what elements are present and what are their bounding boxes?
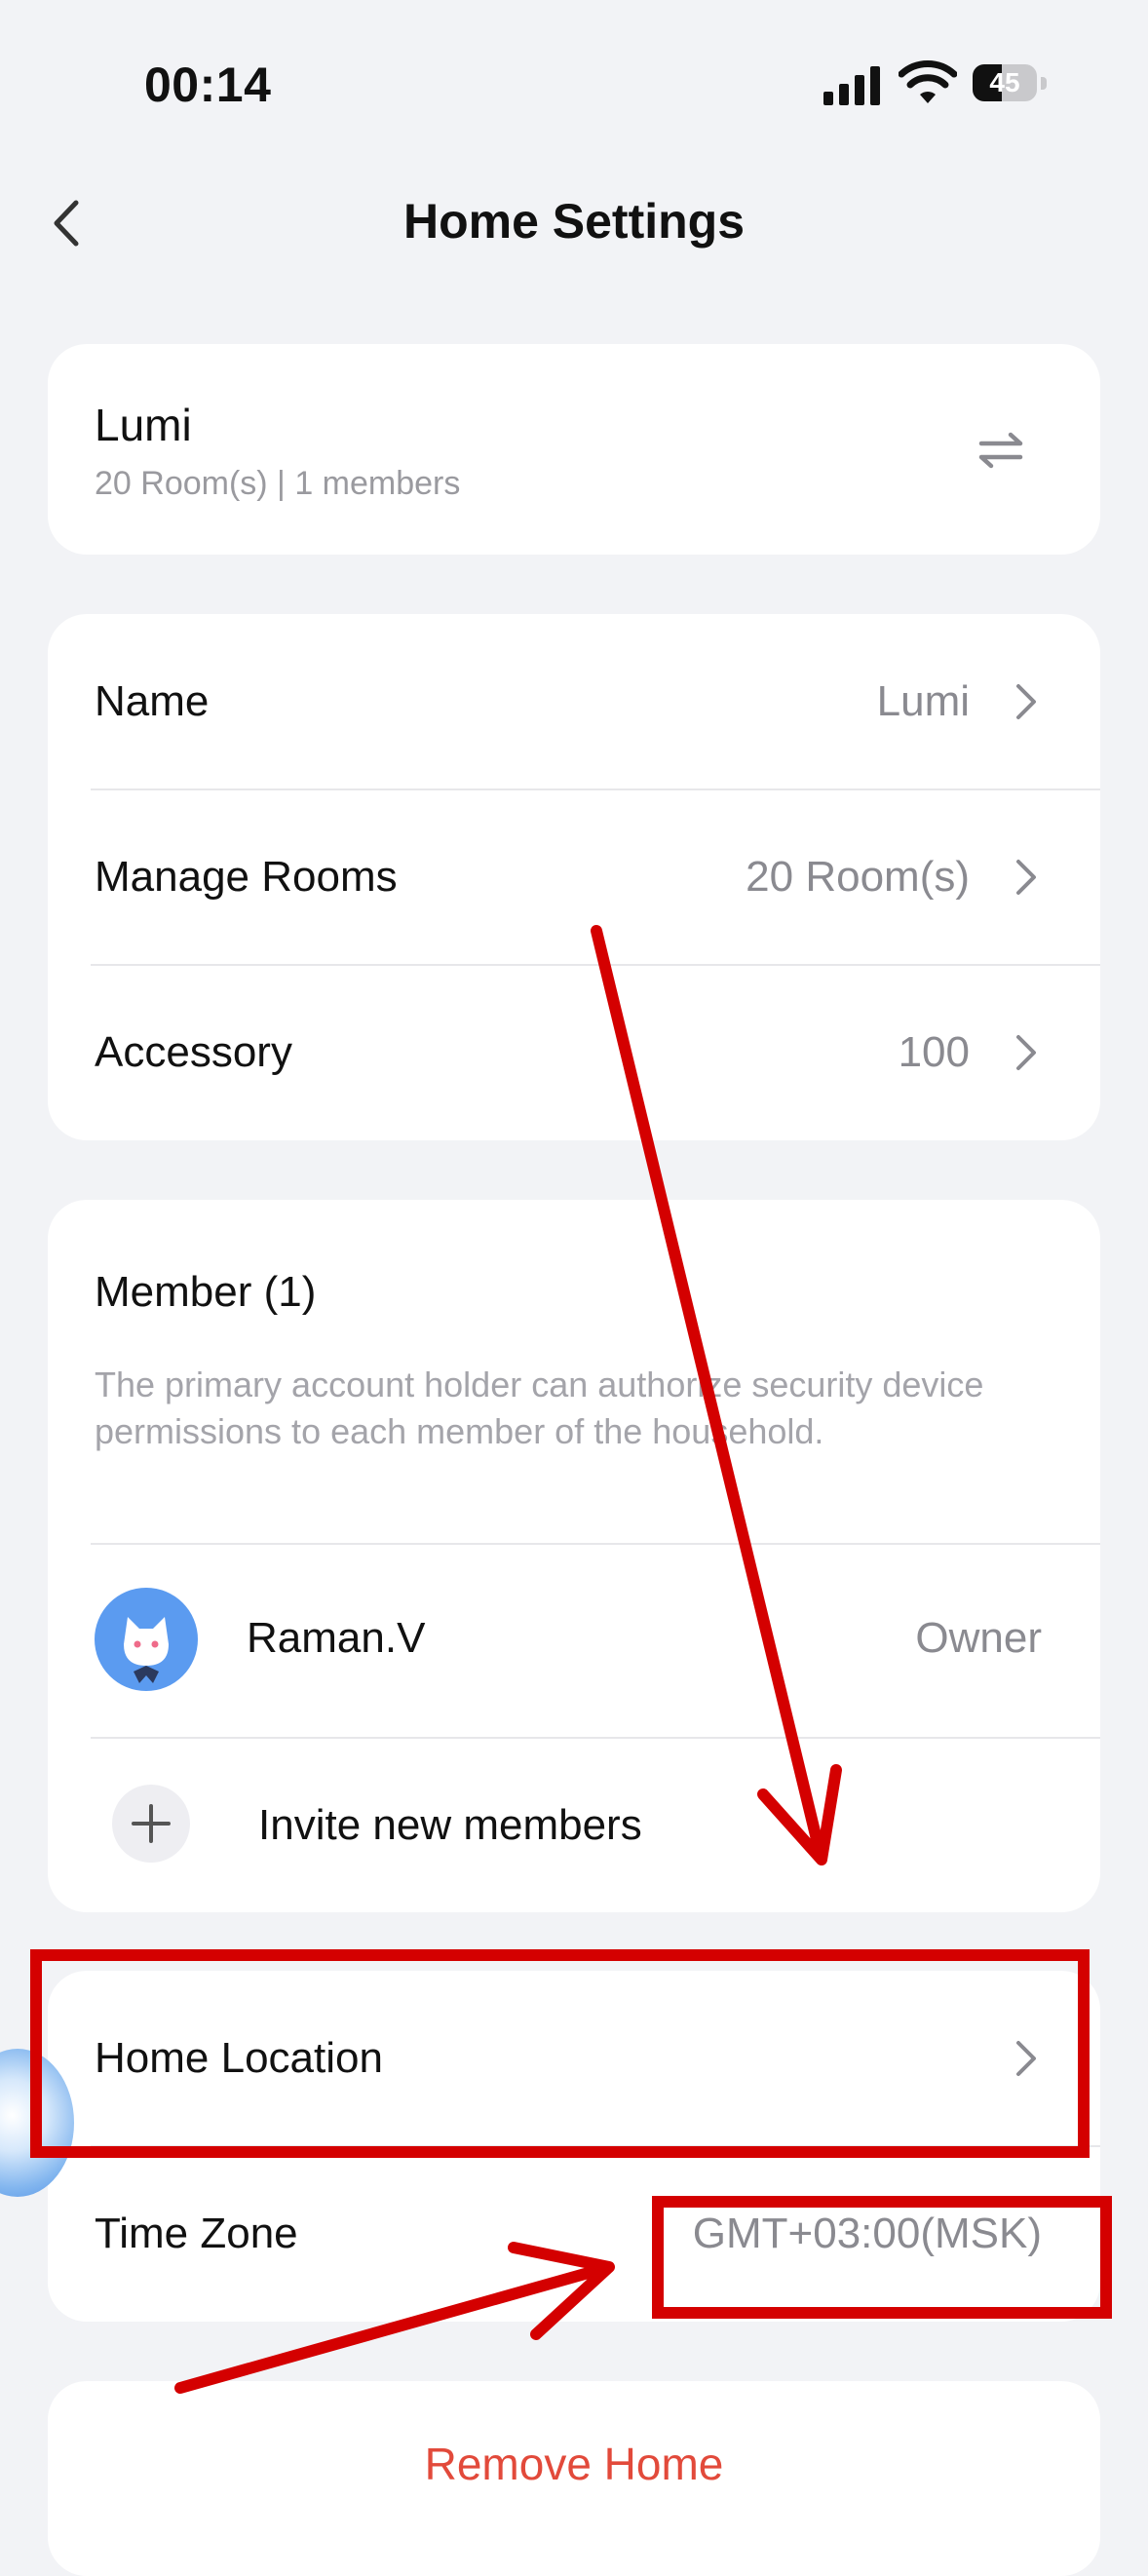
home-summary-card[interactable]: Lumi 20 Room(s) | 1 members [48, 344, 1100, 555]
status-bar: 00:14 45 [0, 0, 1148, 166]
chevron-right-icon [1016, 860, 1036, 895]
members-card: Member (1) The primary account holder ca… [48, 1200, 1100, 1912]
nav-header: Home Settings [0, 166, 1148, 283]
wifi-icon [899, 60, 957, 103]
home-name: Lumi [95, 400, 192, 450]
settings-row-accessory[interactable]: Accessory 100 [48, 965, 1100, 1140]
cellular-signal-icon [823, 66, 880, 105]
invite-label: Invite new members [258, 1801, 642, 1849]
page-title: Home Settings [402, 194, 746, 249]
row-label: Manage Rooms [95, 853, 398, 901]
row-label: Home Location [95, 2034, 383, 2082]
location-card: Home Location Time Zone GMT+03:00(MSK) [48, 1971, 1100, 2322]
avatar[interactable] [95, 1588, 198, 1691]
remove-home-button[interactable]: Remove Home [48, 2438, 1100, 2490]
member-role: Owner [915, 1614, 1042, 1662]
time-zone-row[interactable]: Time Zone GMT+03:00(MSK) [48, 2146, 1100, 2322]
cat-avatar-icon [124, 1617, 169, 1683]
row-value: Lumi [876, 677, 970, 725]
remove-home-card[interactable]: Remove Home [48, 2381, 1100, 2576]
settings-row-name[interactable]: Name Lumi [48, 614, 1100, 789]
chevron-right-icon [1016, 684, 1036, 719]
status-time: 00:14 [144, 58, 272, 112]
swap-arrows-icon[interactable] [974, 428, 1028, 473]
battery-level: 45 [989, 67, 1020, 97]
row-label: Accessory [95, 1028, 292, 1076]
row-label: Time Zone [95, 2210, 298, 2257]
members-title: Member (1) [95, 1268, 317, 1316]
row-value: 20 Room(s) [746, 853, 970, 901]
divider [91, 1543, 1100, 1545]
plus-icon [112, 1785, 190, 1863]
chevron-right-icon [1016, 2041, 1036, 2076]
home-settings-card: Name Lumi Manage Rooms 20 Room(s) Access… [48, 614, 1100, 1140]
home-meta: 20 Room(s) | 1 members [95, 465, 461, 502]
row-label: Name [95, 677, 210, 725]
members-description: The primary account holder can authorize… [95, 1365, 984, 1451]
member-name: Raman.V [247, 1614, 426, 1662]
chevron-right-icon [1016, 1035, 1036, 1070]
settings-row-manage-rooms[interactable]: Manage Rooms 20 Room(s) [48, 789, 1100, 965]
invite-members-button[interactable]: Invite new members [48, 1738, 1100, 1912]
battery-icon: 45 [973, 64, 1049, 103]
row-value: 100 [898, 1028, 970, 1076]
time-zone-value: GMT+03:00(MSK) [692, 2210, 1042, 2257]
home-location-row[interactable]: Home Location [48, 1971, 1100, 2146]
